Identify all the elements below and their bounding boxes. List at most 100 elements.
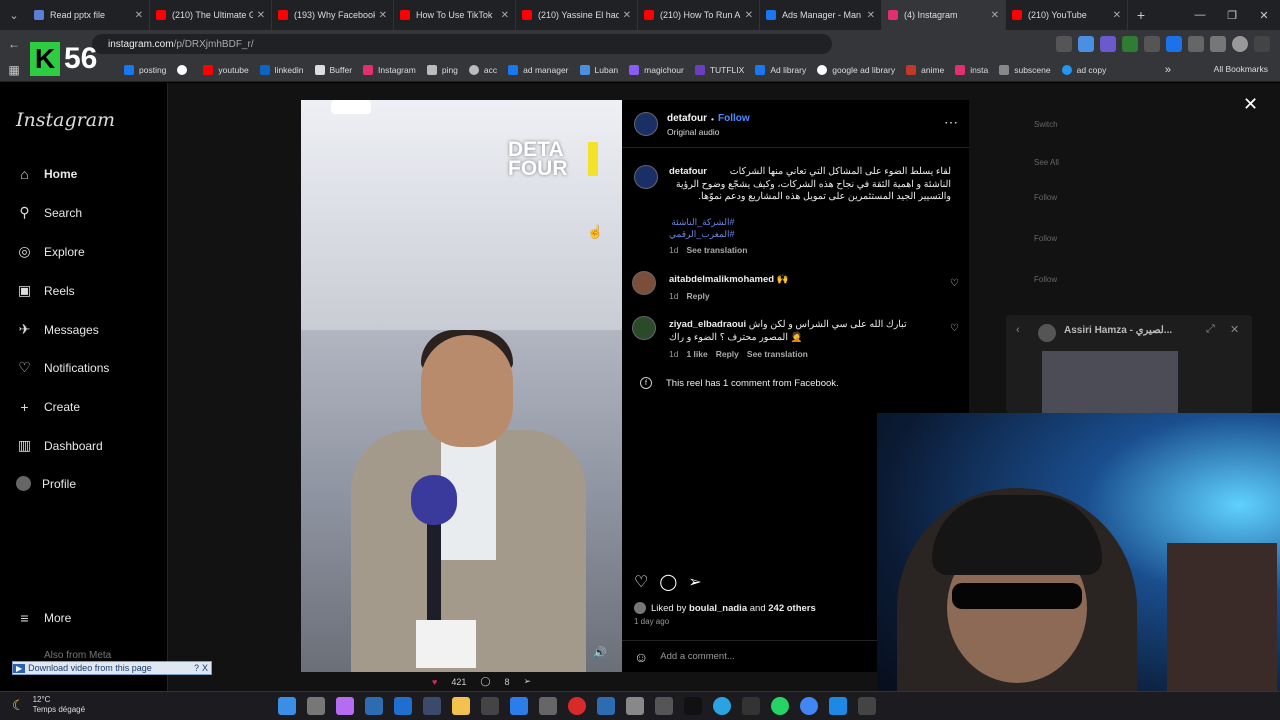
commenter-avatar[interactable] bbox=[632, 271, 656, 295]
download-video-bar[interactable]: ▶ Download video from this page ? X bbox=[12, 661, 212, 675]
extension-icon[interactable] bbox=[1188, 36, 1204, 52]
extension-icon[interactable] bbox=[1210, 36, 1226, 52]
nav-search[interactable]: ⚲ Search bbox=[16, 204, 82, 221]
bookmark-item[interactable]: Buffer bbox=[314, 64, 352, 75]
also-from-meta[interactable]: Also from Meta bbox=[44, 650, 111, 661]
original-audio[interactable]: Original audio bbox=[667, 127, 719, 137]
browser-tab[interactable]: (193) Why Facebook ✕ bbox=[272, 0, 394, 30]
bookmark-item[interactable]: Instagram bbox=[363, 64, 416, 75]
close-tab-icon[interactable]: ✕ bbox=[257, 10, 265, 21]
whatsapp-icon[interactable] bbox=[771, 697, 789, 715]
share-icon[interactable]: ➢ bbox=[523, 676, 531, 687]
download-video-label[interactable]: Download video from this page bbox=[28, 663, 152, 673]
see-translation-link[interactable]: See translation bbox=[747, 349, 808, 359]
close-tab-icon[interactable]: ✕ bbox=[745, 10, 753, 21]
bookmark-item[interactable]: insta bbox=[955, 64, 988, 75]
app-icon[interactable] bbox=[365, 697, 383, 715]
others-link[interactable]: 242 others bbox=[768, 603, 816, 614]
back-arrow-icon[interactable]: ← bbox=[4, 37, 24, 51]
telegram-icon[interactable] bbox=[713, 697, 731, 715]
apps-grid-icon[interactable]: ▦ bbox=[4, 63, 24, 77]
heart-count-icon[interactable]: ♥ bbox=[432, 677, 437, 687]
close-tab-icon[interactable]: ✕ bbox=[135, 10, 143, 21]
bookmark-item[interactable]: linkedin bbox=[259, 64, 304, 75]
follow-button[interactable]: Follow bbox=[718, 113, 750, 124]
app-icon[interactable] bbox=[742, 697, 760, 715]
close-download-bar[interactable]: X bbox=[202, 663, 208, 673]
hashtag-link[interactable]: #المغرب_الرقمي bbox=[669, 228, 734, 240]
browser-tab[interactable]: Read pptx file ✕ bbox=[28, 0, 150, 30]
share-send-icon[interactable]: ➢ bbox=[688, 572, 701, 592]
extension-icon[interactable] bbox=[1122, 36, 1138, 52]
bookmark-item[interactable]: acc bbox=[468, 64, 497, 75]
minimize-icon[interactable]: — bbox=[1184, 9, 1216, 21]
extension-icon[interactable] bbox=[1078, 36, 1094, 52]
mini-player[interactable]: ‹ Assiri Hamza - لصيري... ⤢ ✕ bbox=[1006, 315, 1252, 413]
chevron-left-icon[interactable]: ‹ bbox=[1016, 324, 1020, 336]
nav-more[interactable]: ≡ More bbox=[16, 609, 71, 626]
expand-icon[interactable]: ⤢ bbox=[1206, 323, 1215, 336]
extension-icon[interactable] bbox=[1144, 36, 1160, 52]
settings-gear-icon[interactable] bbox=[539, 697, 557, 715]
bookmark-item[interactable]: google ad library bbox=[817, 64, 895, 75]
close-tab-icon[interactable]: ✕ bbox=[623, 10, 631, 21]
reply-link[interactable]: Reply bbox=[686, 291, 709, 301]
nav-messages[interactable]: ✈ Messages bbox=[16, 321, 99, 338]
app-icon[interactable] bbox=[829, 697, 847, 715]
comment-count-icon[interactable]: ◯ bbox=[480, 676, 490, 687]
mail-icon[interactable] bbox=[510, 697, 528, 715]
weather-widget[interactable]: ☾ 12°C Temps dégagé bbox=[12, 695, 85, 715]
bookmark-item[interactable]: youtube bbox=[203, 64, 249, 75]
opera-icon[interactable] bbox=[568, 697, 586, 715]
liker-username[interactable]: boulal_nadia bbox=[689, 603, 747, 614]
commenter-avatar[interactable] bbox=[632, 316, 656, 340]
author-avatar[interactable] bbox=[634, 112, 658, 136]
profile-avatar-icon[interactable] bbox=[1232, 36, 1248, 52]
close-tab-icon[interactable]: ✕ bbox=[1113, 10, 1121, 21]
browser-tab-active[interactable]: (4) Instagram ✕ bbox=[882, 0, 1006, 30]
nav-home[interactable]: ⌂ Home bbox=[16, 165, 77, 182]
tab-search-button[interactable]: ⌄ bbox=[0, 0, 28, 30]
nav-create[interactable]: + Create bbox=[16, 398, 80, 415]
like-comment-heart-icon[interactable]: ♡ bbox=[950, 278, 959, 289]
app-icon[interactable] bbox=[597, 697, 615, 715]
instagram-logo[interactable]: Instagram bbox=[16, 109, 115, 131]
browser-tab[interactable]: (210) The Ultimate G ✕ bbox=[150, 0, 272, 30]
app-icon[interactable] bbox=[394, 697, 412, 715]
app-icon[interactable] bbox=[655, 697, 673, 715]
close-window-icon[interactable]: ✕ bbox=[1248, 9, 1280, 22]
app-icon[interactable] bbox=[858, 697, 876, 715]
close-tab-icon[interactable]: ✕ bbox=[379, 10, 387, 21]
app-icon[interactable] bbox=[626, 697, 644, 715]
tiktok-icon[interactable] bbox=[684, 697, 702, 715]
reel-video[interactable]: DETA FOUR 🔊 bbox=[301, 100, 622, 672]
close-mini-player-icon[interactable]: ✕ bbox=[1230, 323, 1239, 336]
store-icon[interactable] bbox=[481, 697, 499, 715]
like-heart-icon[interactable]: ♡ bbox=[634, 572, 648, 592]
see-translation-link[interactable]: See translation bbox=[686, 245, 747, 255]
nav-reels[interactable]: ▣ Reels bbox=[16, 282, 75, 299]
author-username[interactable]: detafour bbox=[667, 113, 707, 124]
browser-tab[interactable]: How To Use TikTok ✕ bbox=[394, 0, 516, 30]
comment-likes[interactable]: 1 like bbox=[686, 349, 707, 359]
bookmarks-overflow-icon[interactable]: » bbox=[1165, 64, 1171, 76]
reply-link[interactable]: Reply bbox=[716, 349, 739, 359]
bookmark-item[interactable]: Luban bbox=[579, 64, 618, 75]
browser-tab[interactable]: (210) YouTube ✕ bbox=[1006, 0, 1128, 30]
file-explorer-icon[interactable] bbox=[452, 697, 470, 715]
caption-avatar[interactable] bbox=[634, 165, 658, 189]
browser-tab[interactable]: (210) Yassine El hadi ✕ bbox=[516, 0, 638, 30]
bookmark-item[interactable]: ping bbox=[426, 64, 458, 75]
new-tab-button[interactable]: + bbox=[1128, 7, 1154, 23]
chrome-icon[interactable] bbox=[800, 697, 818, 715]
help-button[interactable]: ? bbox=[194, 663, 199, 673]
more-options-icon[interactable]: ⋯ bbox=[944, 114, 958, 131]
all-bookmarks-button[interactable]: All Bookmarks bbox=[1214, 64, 1268, 74]
nav-explore[interactable]: ◎ Explore bbox=[16, 243, 84, 260]
close-tab-icon[interactable]: ✕ bbox=[501, 10, 509, 21]
bookmark-item[interactable]: magichour bbox=[629, 64, 684, 75]
bookmark-item[interactable]: Ad library bbox=[755, 64, 806, 75]
app-icon[interactable] bbox=[423, 697, 441, 715]
browser-tab[interactable]: (210) How To Run A ✕ bbox=[638, 0, 760, 30]
extension-icon[interactable] bbox=[1166, 36, 1182, 52]
